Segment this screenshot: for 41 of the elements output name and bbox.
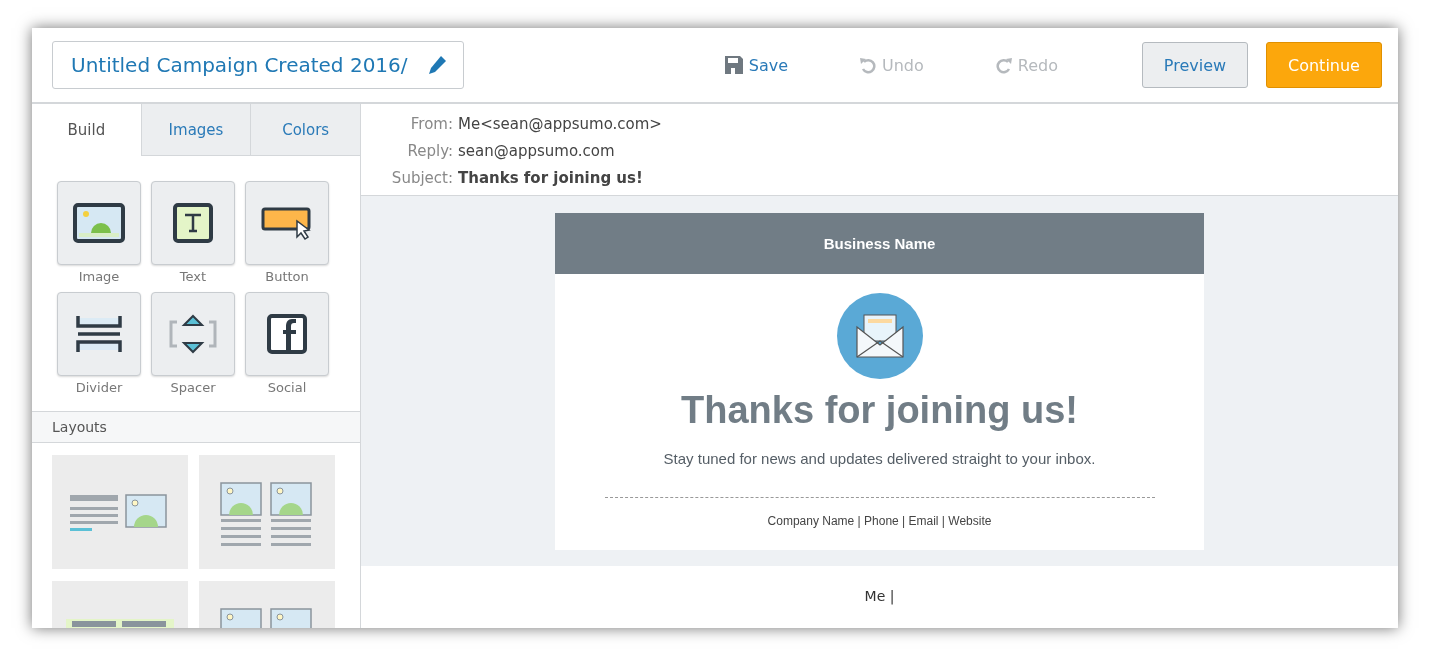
sidebar-tab[interactable]: Colors: [250, 104, 360, 156]
facebook-icon: [267, 314, 307, 354]
meta-value: Me<sean@appsumo.com>: [458, 115, 662, 133]
block-label: Button: [265, 269, 309, 284]
layout-thumbnail[interactable]: [199, 455, 335, 569]
text-icon: [173, 203, 213, 243]
block-label: Divider: [75, 380, 123, 395]
email-body-text: Stay tuned for news and updates delivered straight to your inbox.: [663, 450, 1096, 467]
meta-label: From:: [409, 115, 453, 133]
meta-label: Reply:: [406, 142, 453, 160]
pencil-icon: [427, 55, 447, 75]
save-icon: [724, 56, 743, 74]
image-icon: [73, 203, 125, 243]
block-tile[interactable]: [151, 181, 235, 265]
block-label: Image: [78, 269, 120, 284]
envelope-icon: [836, 293, 923, 379]
divider-icon: [75, 314, 123, 354]
preview-button[interactable]: Preview: [1142, 42, 1248, 88]
meta-value: Thanks for joining us!: [458, 169, 644, 187]
meta-value: sean@appsumo.com: [458, 142, 616, 160]
block-tile[interactable]: [245, 292, 329, 376]
save-button[interactable]: Save: [718, 54, 794, 76]
email-footer-text: Company Name | Phone | Email | Website: [767, 514, 992, 528]
block-label: Text: [179, 269, 207, 284]
email-header: Business Name: [555, 213, 1204, 274]
undo-icon: [860, 56, 876, 74]
campaign-title-field[interactable]: Untitled Campaign Created 2016/: [52, 41, 464, 89]
meta-label: Subject:: [391, 169, 453, 187]
layouts-heading: Layouts: [32, 411, 360, 443]
spacer-icon: [169, 314, 217, 354]
signature-text: Me |: [863, 587, 896, 604]
block-tile[interactable]: [151, 292, 235, 376]
redo-icon: [995, 56, 1012, 74]
block-tile[interactable]: [57, 292, 141, 376]
block-label: Spacer: [170, 380, 216, 395]
layout-thumbnail[interactable]: [52, 455, 188, 569]
email-heading: Thanks for joining us!: [681, 389, 1078, 432]
block-label: Social: [267, 380, 307, 395]
block-tile[interactable]: [245, 181, 329, 265]
sidebar-tab[interactable]: Images: [140, 104, 251, 156]
block-tile[interactable]: [57, 181, 141, 265]
